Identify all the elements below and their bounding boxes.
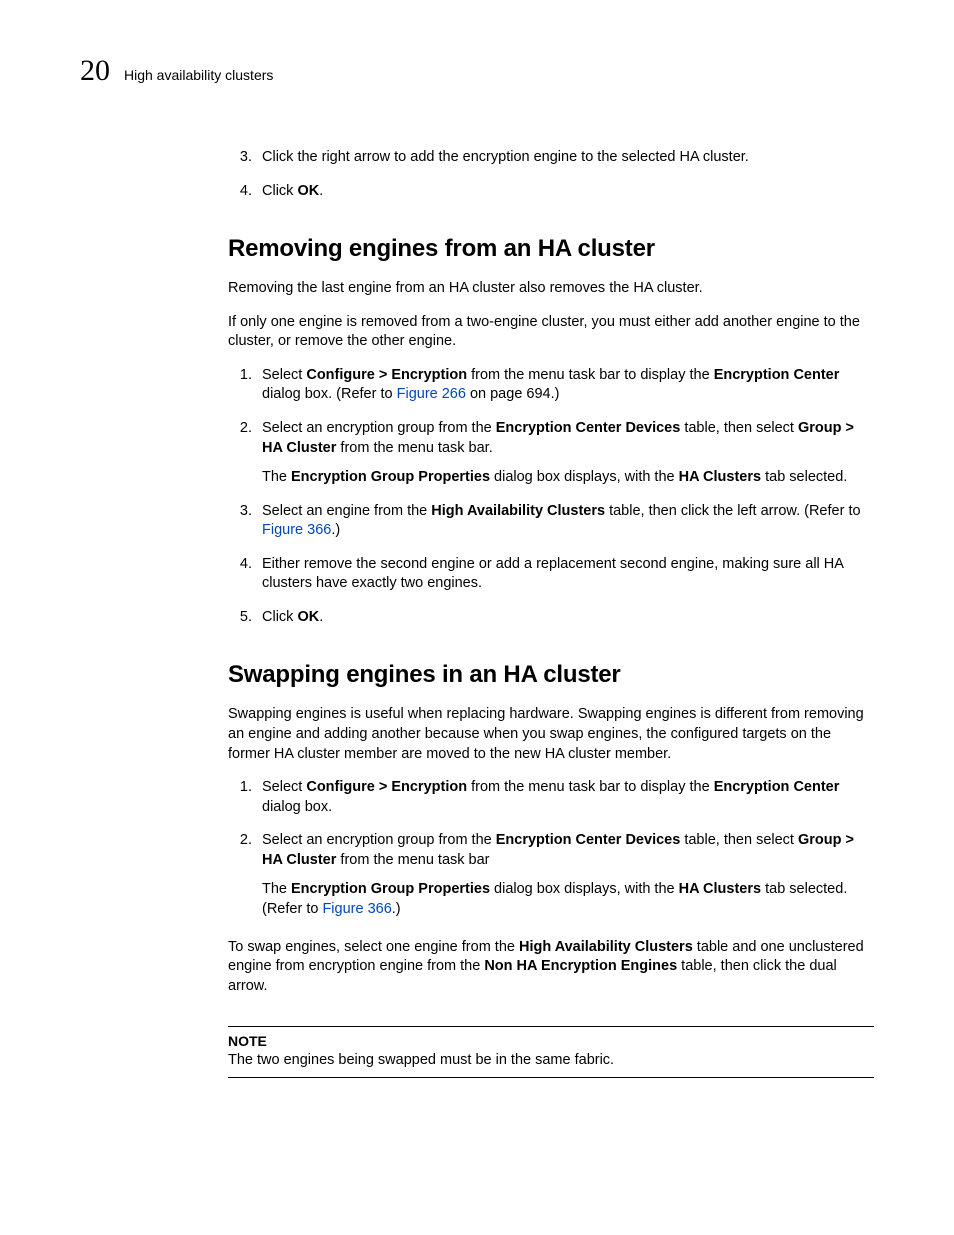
intro-steps-list: Click the right arrow to add the encrypt… [256,148,874,201]
chapter-number: 20 [80,56,110,86]
section2-para1: Swapping engines is useful when replacin… [228,705,874,764]
section1-steps-list: Select Configure > Encryption from the m… [256,366,874,628]
note-text: The two engines being swapped must be in… [228,1051,874,1071]
step-sub: The Encryption Group Properties dialog b… [262,880,874,919]
section1-para1: Removing the last engine from an HA clus… [228,279,874,299]
section2-steps-list: Select Configure > Encryption from the m… [256,778,874,919]
running-header: 20 High availability clusters [80,56,874,86]
step-item: Select Configure > Encryption from the m… [256,778,874,817]
step-item: Select an engine from the High Availabil… [256,502,874,541]
link-figure-366-b[interactable]: Figure 366 [322,901,391,917]
step-item: Select an encryption group from the Encr… [256,831,874,919]
step-item: Select Configure > Encryption from the m… [256,366,874,405]
step-item: Click the right arrow to add the encrypt… [256,148,874,168]
section1-para2: If only one engine is removed from a two… [228,313,874,352]
content-column: Click the right arrow to add the encrypt… [228,148,874,1078]
step-sub: The Encryption Group Properties dialog b… [262,468,874,488]
link-figure-266[interactable]: Figure 266 [397,386,466,402]
step-item: Either remove the second engine or add a… [256,555,874,594]
running-title: High availability clusters [124,67,273,83]
step-item: Select an encryption group from the Encr… [256,419,874,488]
section2-para2: To swap engines, select one engine from … [228,938,874,997]
heading-removing-engines: Removing engines from an HA cluster [228,235,874,263]
heading-swapping-engines: Swapping engines in an HA cluster [228,661,874,689]
page: 20 High availability clusters Click the … [0,0,954,1235]
step-item: Click OK. [256,182,874,202]
step-item: Click OK. [256,608,874,628]
link-figure-366-a[interactable]: Figure 366 [262,522,331,538]
note-block: NOTE The two engines being swapped must … [228,1026,874,1078]
note-label: NOTE [228,1033,874,1049]
